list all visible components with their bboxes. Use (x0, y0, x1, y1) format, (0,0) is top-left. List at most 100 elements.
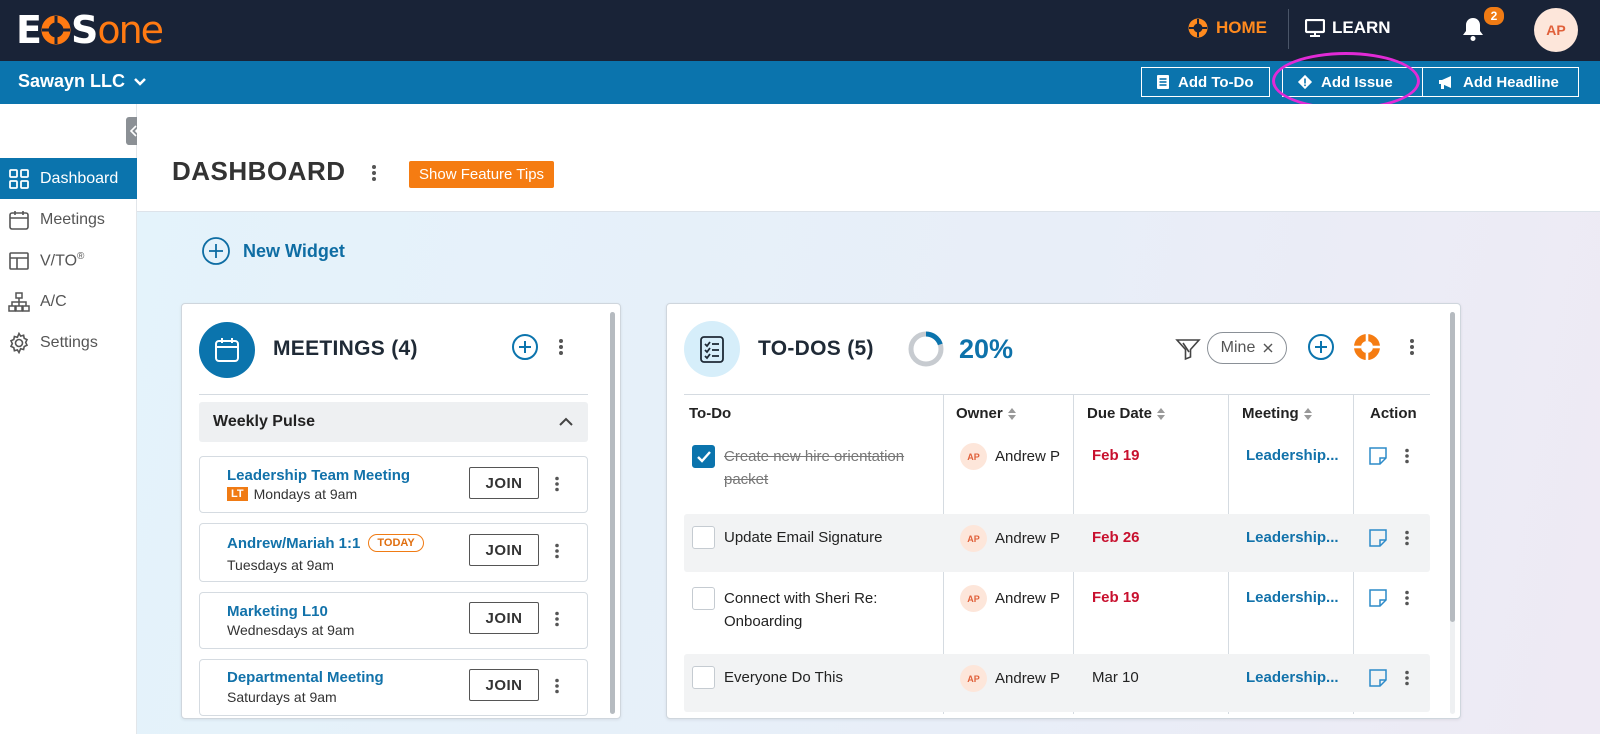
scrollbar-thumb[interactable] (610, 312, 615, 714)
todo-meeting-link[interactable]: Leadership... (1246, 447, 1339, 464)
calendar-icon (8, 209, 30, 231)
nav-home[interactable]: HOME (1188, 18, 1267, 38)
sidebar-item-dashboard[interactable]: Dashboard (0, 158, 137, 199)
user-avatar[interactable]: AP (1534, 8, 1578, 52)
join-button[interactable]: JOIN (469, 467, 539, 499)
todo-due-date[interactable]: Feb 19 (1092, 447, 1140, 464)
page-kebab-icon[interactable] (371, 164, 377, 182)
notification-count-badge: 2 (1484, 7, 1504, 25)
meetings-kebab-icon[interactable] (558, 338, 564, 356)
add-todo-plus-icon[interactable] (1307, 333, 1335, 361)
org-chart-icon (8, 291, 30, 313)
chevron-down-icon (133, 77, 147, 87)
logo-one: one (97, 8, 164, 52)
col-owner[interactable]: Owner (956, 405, 1017, 422)
filter-icon[interactable] (1175, 337, 1201, 361)
close-icon[interactable] (1263, 343, 1273, 353)
owner-name: Andrew P (995, 670, 1061, 687)
col-due-date[interactable]: Due Date (1087, 405, 1166, 422)
col-todo: To-Do (689, 405, 732, 422)
todos-kebab-icon[interactable] (1409, 338, 1415, 356)
note-icon[interactable] (1368, 668, 1388, 688)
meeting-row[interactable]: Departmental Meeting Saturdays at 9am JO… (199, 659, 588, 716)
owner-name: Andrew P (995, 530, 1061, 547)
sidebar-item-vto[interactable]: V/TO® (0, 240, 137, 281)
note-icon[interactable] (1368, 528, 1388, 548)
meeting-row[interactable]: Andrew/Mariah 1:1 TODAY Tuesdays at 9am J… (199, 523, 588, 582)
todo-actions (1368, 528, 1410, 548)
meeting-schedule: Tuesdays at 9am (227, 557, 334, 573)
meeting-group-title: Weekly Pulse (213, 413, 315, 430)
page-header: DASHBOARD Show Feature Tips (137, 104, 1600, 212)
add-headline-button[interactable]: Add Headline (1422, 67, 1579, 97)
join-button[interactable]: JOIN (469, 602, 539, 634)
meeting-schedule: Wednesdays at 9am (227, 622, 355, 638)
todo-kebab-icon[interactable] (1404, 670, 1410, 686)
show-feature-tips-button[interactable]: Show Feature Tips (409, 161, 555, 188)
todos-title: TO-DOS (5) (758, 337, 874, 360)
todo-checkbox[interactable] (692, 666, 715, 689)
meeting-kebab-icon[interactable] (554, 476, 560, 492)
eos-one-logo[interactable]: E S one (16, 8, 164, 52)
meeting-row[interactable]: Marketing L10 Wednesdays at 9am JOIN (199, 592, 588, 649)
nav-learn[interactable]: LEARN (1305, 18, 1391, 38)
meeting-name[interactable]: Leadership Team Meeting (227, 467, 410, 484)
note-icon[interactable] (1368, 446, 1388, 466)
todo-meeting-link[interactable]: Leadership... (1246, 669, 1339, 686)
owner-avatar: AP (960, 443, 987, 470)
todo-row: Everyone Do This AP Andrew P Mar 10 Leade… (684, 654, 1430, 712)
join-button[interactable]: JOIN (469, 669, 539, 701)
new-widget-button[interactable]: New Widget (201, 236, 345, 266)
meeting-name[interactable]: Marketing L10 (227, 603, 328, 620)
todos-widget: TO-DOS (5) 20% Mine To-Do Owner Due Date… (666, 303, 1461, 719)
meeting-row[interactable]: Leadership Team Meeting LT Mondays at 9am… (199, 456, 588, 513)
add-todo-button[interactable]: Add To-Do (1141, 67, 1270, 97)
team-tag: LT (227, 487, 248, 501)
meeting-kebab-icon[interactable] (554, 543, 560, 559)
todo-checkbox[interactable] (692, 587, 715, 610)
todo-due-date[interactable]: Feb 19 (1092, 589, 1140, 606)
sort-icon (1007, 407, 1017, 421)
todo-text[interactable]: Connect with Sheri Re: Onboarding (724, 587, 924, 633)
todo-text[interactable]: Create new hire orientation packet (724, 445, 924, 491)
todo-kebab-icon[interactable] (1404, 530, 1410, 546)
sidebar-item-ac[interactable]: A/C (0, 281, 137, 322)
meeting-kebab-icon[interactable] (554, 678, 560, 694)
todo-due-date[interactable]: Mar 10 (1092, 669, 1139, 686)
sidebar-item-label: Meetings (40, 210, 105, 228)
todo-owner: AP Andrew P (960, 585, 1060, 612)
sidebar-item-settings[interactable]: Settings (0, 322, 137, 363)
todo-meeting-link[interactable]: Leadership... (1246, 589, 1339, 606)
todo-checkbox-checked[interactable] (692, 445, 715, 468)
sidebar-item-label: Settings (40, 333, 98, 351)
sidebar: Dashboard Meetings V/TO® A/C Settings (0, 104, 137, 734)
todo-due-date[interactable]: Feb 26 (1092, 529, 1140, 546)
todo-kebab-icon[interactable] (1404, 590, 1410, 606)
meeting-name-text: Leadership Team Meeting (227, 467, 411, 484)
meeting-schedule-text: Mondays at 9am (253, 486, 358, 502)
todo-meeting-link[interactable]: Leadership... (1246, 529, 1339, 546)
org-switcher[interactable]: Sawayn LLC (18, 71, 147, 92)
add-meeting-plus-icon[interactable] (511, 333, 539, 361)
meeting-name[interactable]: Departmental Meeting (227, 669, 384, 686)
col-meeting[interactable]: Meeting (1242, 405, 1313, 422)
sidebar-item-meetings[interactable]: Meetings (0, 199, 137, 240)
mine-filter-chip[interactable]: Mine (1207, 332, 1287, 364)
todo-kebab-icon[interactable] (1404, 448, 1410, 464)
join-button[interactable]: JOIN (469, 534, 539, 566)
note-icon[interactable] (1368, 588, 1388, 608)
todo-text[interactable]: Update Email Signature (724, 526, 924, 549)
todos-scrollbar[interactable] (1450, 312, 1455, 714)
todo-checkbox[interactable] (692, 526, 715, 549)
sort-icon (1303, 407, 1313, 421)
meeting-name[interactable]: Andrew/Mariah 1:1 TODAY (227, 534, 424, 552)
todo-text[interactable]: Everyone Do This (724, 666, 924, 689)
todos-table-header: To-Do Owner Due Date Meeting Action (684, 394, 1430, 434)
meeting-group-header[interactable]: Weekly Pulse (199, 402, 588, 442)
todo-actions (1368, 588, 1410, 608)
bell-icon[interactable] (1461, 16, 1485, 42)
scrollbar-thumb[interactable] (1450, 312, 1455, 622)
meetings-scrollbar[interactable] (610, 312, 615, 714)
lifesaver-icon[interactable] (1353, 333, 1381, 361)
meeting-kebab-icon[interactable] (554, 611, 560, 627)
